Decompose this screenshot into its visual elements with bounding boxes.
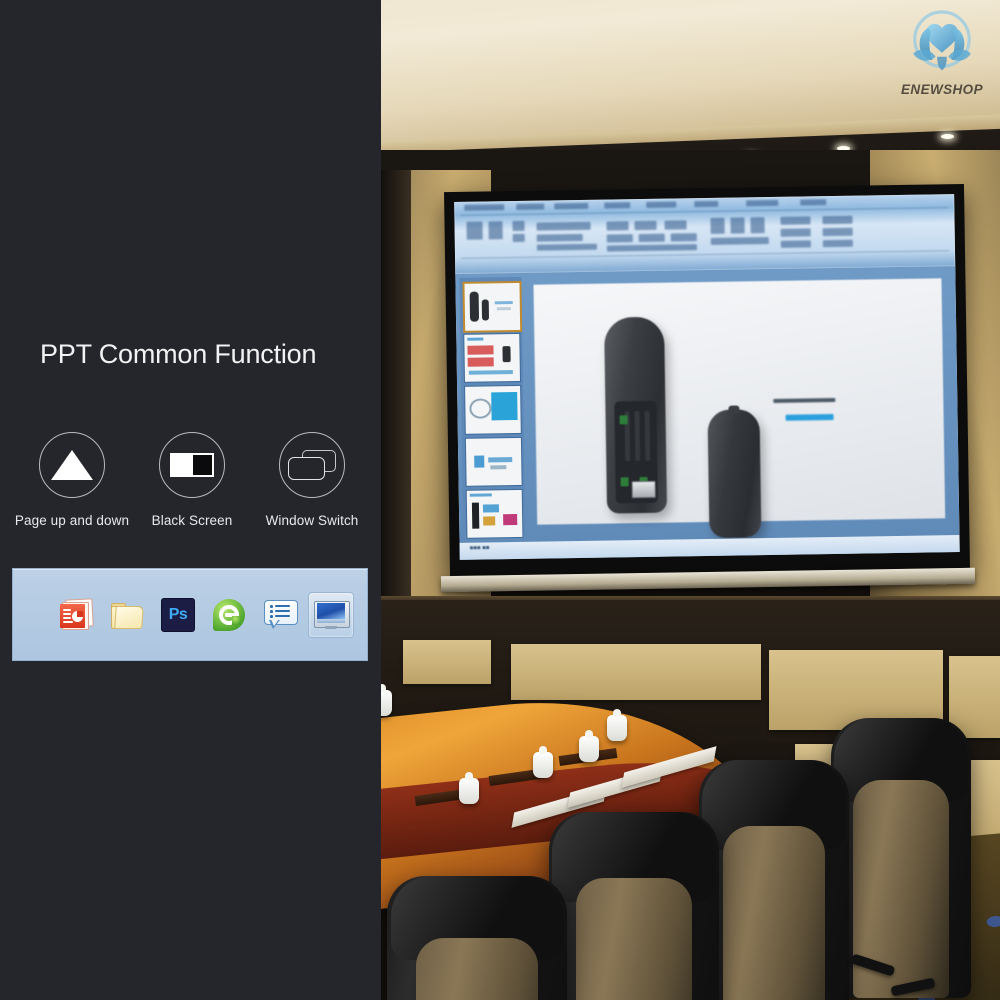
teacup (459, 772, 479, 804)
split-left-white (172, 455, 194, 475)
battery-compartment (614, 400, 658, 504)
teacup (579, 730, 599, 762)
windows-taskbar[interactable]: Ps (12, 568, 368, 661)
taskbar-item-show-desktop[interactable] (308, 591, 354, 638)
page-title: PPT Common Function (40, 339, 317, 369)
taskbar-item-browser[interactable] (206, 592, 252, 638)
chat-list-icon (264, 599, 298, 630)
window-switch-icon-circle (279, 432, 345, 498)
feature-black-screen[interactable]: Black Screen (133, 432, 251, 528)
feature-label: Page up and down (14, 513, 130, 528)
downlight (941, 134, 954, 139)
triangle-up-icon (51, 450, 93, 480)
overlapping-windows-icon (288, 450, 336, 480)
folder-icon (110, 601, 144, 629)
feature-page-up-and-down[interactable]: Page up and down (13, 432, 131, 528)
battery-cover (707, 405, 762, 538)
remote-control-body (604, 316, 668, 514)
slide-thumbnail[interactable] (464, 436, 523, 487)
window-front (288, 457, 325, 480)
wall-panel (511, 644, 761, 700)
screenshot-root: PPT Common Function Page up and down Bla… (0, 0, 1000, 1000)
powerpoint-icon (59, 597, 94, 631)
projected-image: ■■■ ■■ (454, 194, 960, 560)
taskbar-item-messages[interactable] (257, 592, 303, 638)
slide-thumbnail[interactable] (464, 384, 522, 435)
slide-thumbnail-rail[interactable] (459, 276, 526, 539)
taskbar-item-powerpoint[interactable] (53, 592, 99, 638)
feature-label: Window Switch (265, 513, 359, 528)
feature-list: Page up and down Black Screen Window Swi… (12, 432, 372, 542)
active-slide (533, 278, 946, 538)
teacup (533, 746, 553, 778)
taskbar-item-folder[interactable] (104, 592, 150, 638)
teacup (381, 684, 392, 716)
conference-room-photo: ■■■ ■■ ENEWSHOP (381, 0, 1000, 1000)
slide-thumbnail[interactable] (463, 332, 522, 383)
left-info-panel: PPT Common Function Page up and down Bla… (0, 0, 381, 1000)
conference-chair (549, 812, 719, 1000)
split-rectangle-icon (170, 453, 214, 477)
powerpoint-ribbon (454, 194, 956, 274)
conference-chair (387, 876, 567, 1000)
slide-thumbnail[interactable] (465, 488, 524, 539)
wall-panel (403, 640, 491, 684)
monitor-icon (314, 600, 350, 629)
usb-connector (631, 480, 656, 499)
photoshop-icon: Ps (161, 597, 195, 632)
slide-thumbnail[interactable] (462, 280, 523, 333)
page-updown-icon-circle (39, 432, 105, 498)
status-text: ■■■ ■■ (469, 545, 490, 552)
feature-label: Black Screen (151, 513, 233, 528)
projection-screen: ■■■ ■■ (444, 183, 970, 577)
taskbar-item-photoshop[interactable]: Ps (155, 592, 201, 638)
split-right-black (193, 455, 212, 475)
feature-window-switch[interactable]: Window Switch (253, 432, 371, 528)
black-screen-icon-circle (159, 432, 225, 498)
conference-chair (699, 760, 849, 1000)
teacup (607, 709, 627, 741)
green-browser-icon (213, 598, 245, 631)
